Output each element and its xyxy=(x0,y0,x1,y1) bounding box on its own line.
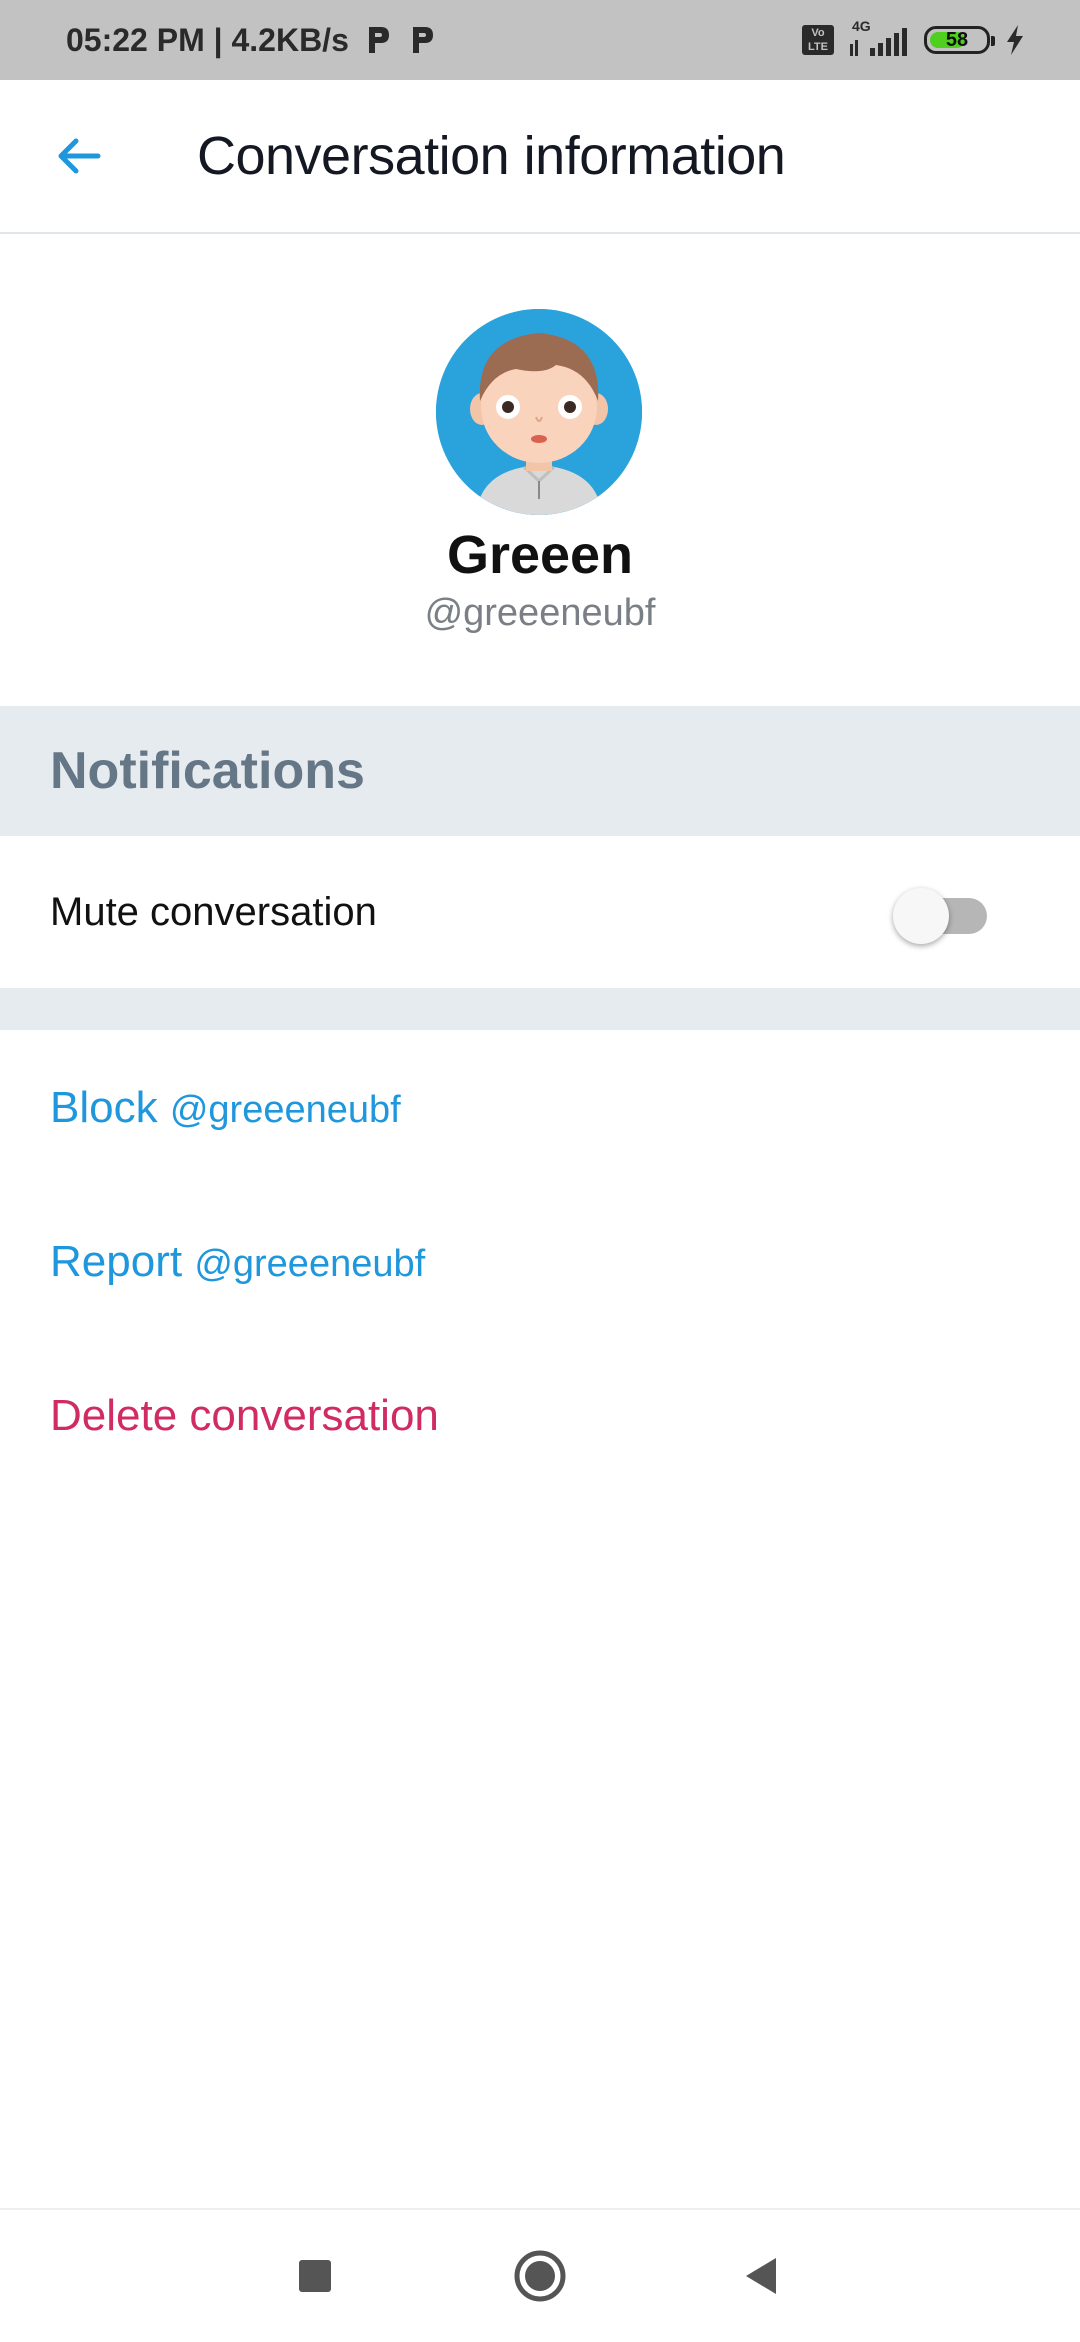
recents-button[interactable] xyxy=(279,2240,351,2312)
charging-bolt-icon xyxy=(1007,25,1023,55)
report-handle: @greeeneubf xyxy=(194,1243,426,1285)
status-time-speed: 05:22 PM | 4.2KB/s xyxy=(66,21,349,58)
mute-conversation-label: Mute conversation xyxy=(50,890,377,934)
back-button[interactable] xyxy=(40,118,116,194)
battery-level: 58 xyxy=(945,28,969,51)
delete-label: Delete conversation xyxy=(50,1391,439,1440)
mute-conversation-row[interactable]: Mute conversation xyxy=(0,836,1080,988)
delete-conversation-button[interactable]: Delete conversation xyxy=(50,1376,439,1456)
status-left: 05:22 PM | 4.2KB/s xyxy=(66,0,437,80)
block-label: Block xyxy=(50,1083,158,1132)
mute-conversation-toggle[interactable] xyxy=(893,888,997,944)
parking-notification-icon-2 xyxy=(412,27,433,53)
block-handle: @greeeneubf xyxy=(169,1089,401,1131)
square-icon xyxy=(299,2260,331,2292)
triangle-back-icon xyxy=(746,2258,776,2294)
avatar[interactable] xyxy=(436,309,642,515)
report-label: Report xyxy=(50,1237,183,1286)
circle-icon xyxy=(514,2250,566,2302)
status-bar: 05:22 PM | 4.2KB/s Vo LTE 4G 58 xyxy=(0,0,1080,80)
status-right: Vo LTE 4G 58 xyxy=(802,0,1026,80)
system-nav-bar xyxy=(0,2208,1080,2342)
section-title: Notifications xyxy=(50,742,365,800)
cartoon-boy-avatar-icon xyxy=(436,309,642,515)
app-bar: Conversation information xyxy=(0,80,1080,234)
signal-icon: 4G xyxy=(848,18,910,60)
display-name: Greeen xyxy=(446,525,634,585)
arrow-left-icon xyxy=(58,138,101,174)
user-handle: @greeeneubf xyxy=(424,592,656,634)
home-button[interactable] xyxy=(504,2240,576,2312)
toggle-thumb xyxy=(893,888,949,944)
report-user-button[interactable]: Report @greeeneubf xyxy=(50,1222,425,1302)
page-title: Conversation information xyxy=(197,126,786,186)
profile-section: Greeen @greeeneubf xyxy=(0,234,1080,706)
battery-icon: 58 xyxy=(924,26,995,54)
nav-back-button[interactable] xyxy=(726,2240,798,2312)
volte-icon: Vo LTE xyxy=(802,25,834,55)
block-user-button[interactable]: Block @greeeneubf xyxy=(50,1068,401,1148)
parking-notification-icon xyxy=(368,27,389,53)
section-divider xyxy=(0,988,1080,1030)
notifications-header: Notifications xyxy=(0,706,1080,836)
